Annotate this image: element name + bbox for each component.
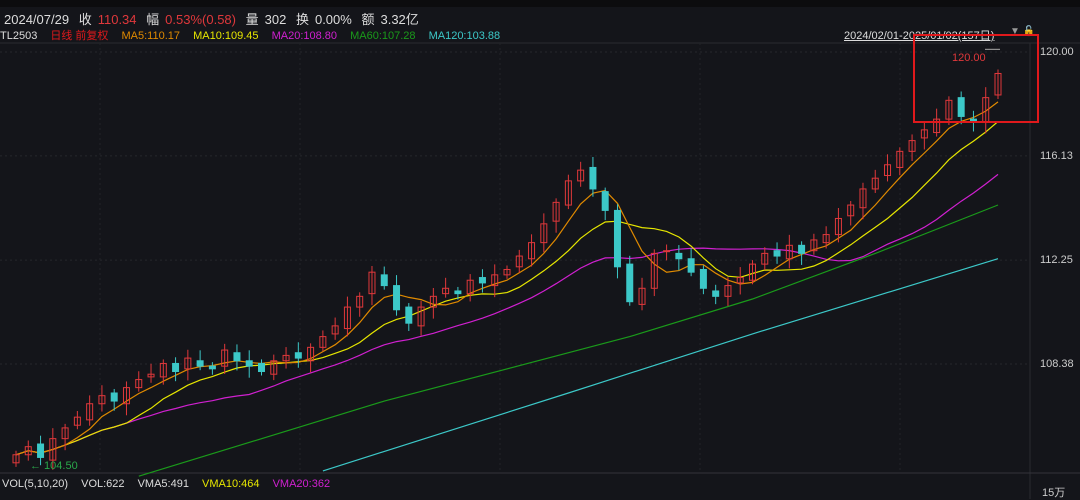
vma10: VMA10:464 <box>202 478 260 490</box>
candle-body <box>393 285 401 311</box>
candle-body <box>478 277 486 284</box>
low-marker: ← 104.50 <box>30 460 78 472</box>
vol-value: VOL:622 <box>81 478 125 490</box>
candle-body <box>294 352 302 359</box>
volume-unit: 15万 <box>1042 487 1066 499</box>
candle-body <box>454 290 462 295</box>
highlight-box <box>913 34 1039 123</box>
ma10-line <box>15 121 999 456</box>
y-tick: 108.38 <box>1040 358 1074 370</box>
candle-body <box>37 443 45 458</box>
candle-body <box>208 365 216 370</box>
candle-body <box>172 362 180 373</box>
candle-body <box>712 290 720 297</box>
candle-body <box>233 352 241 362</box>
high-marker: 120.00 <box>952 52 986 64</box>
y-tick: 120.00 <box>1040 46 1074 58</box>
candle-body <box>663 250 671 253</box>
candle-body <box>245 360 253 367</box>
vma5: VMA5:491 <box>137 478 189 490</box>
candle-body <box>773 250 781 257</box>
y-tick: 116.13 <box>1040 150 1073 162</box>
candle-body <box>626 263 634 303</box>
vma20: VMA20:362 <box>272 478 331 490</box>
ma60-line <box>138 204 999 477</box>
y-tick: 112.25 <box>1040 254 1073 266</box>
candle-body <box>196 360 204 367</box>
vol-title: VOL(5,10,20) <box>2 478 69 490</box>
candle-body <box>110 392 118 402</box>
candle-body <box>675 252 683 260</box>
volume-legend: VOL(5,10,20) VOL:622 VMA5:491 VMA10:464 … <box>2 478 340 490</box>
candle-body <box>601 191 609 211</box>
ma120-line <box>322 258 999 472</box>
candle-body <box>613 209 621 268</box>
candle-body <box>380 274 388 287</box>
candle-body <box>405 306 413 324</box>
candle-body <box>798 244 806 254</box>
candle-body <box>589 166 597 190</box>
candle-body <box>258 362 265 373</box>
candle-body <box>699 268 707 289</box>
candle-body <box>687 258 695 273</box>
